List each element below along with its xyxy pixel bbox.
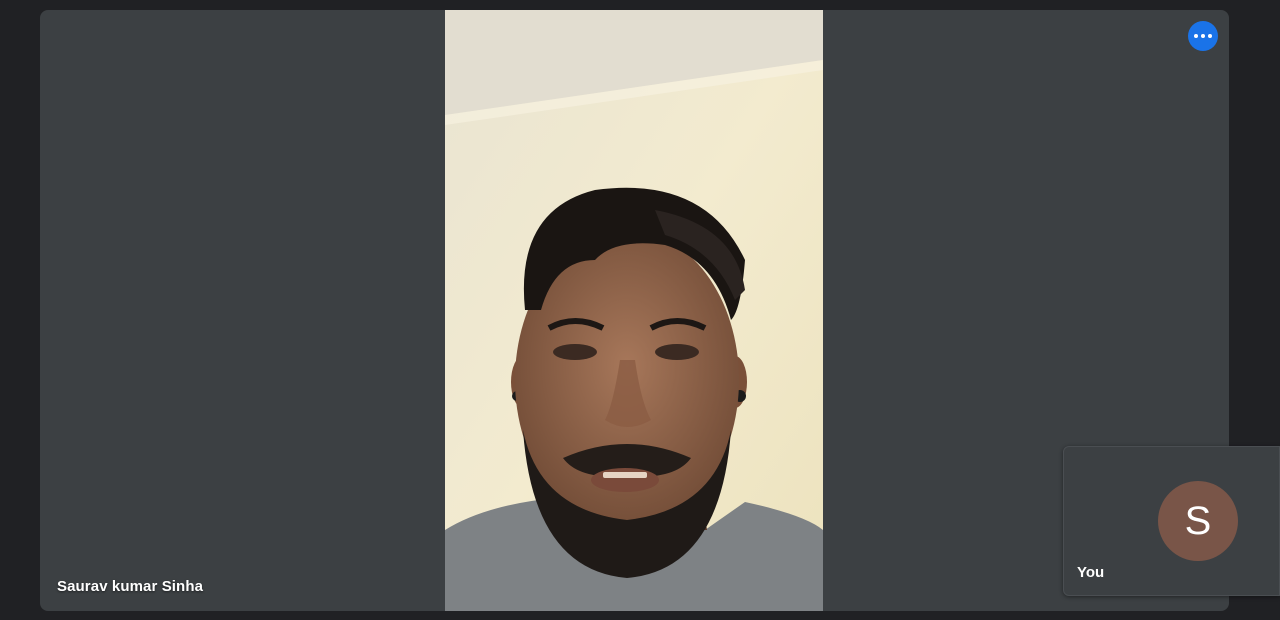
self-name-label: You — [1077, 564, 1105, 581]
video-frame-image — [445, 10, 823, 611]
participant-video — [445, 10, 823, 611]
main-video-tile: Saurav kumar Sinha — [40, 10, 1229, 611]
more-options-button[interactable] — [1188, 21, 1218, 51]
more-horiz-icon-dot-2 — [1201, 34, 1205, 38]
participant-name-label: Saurav kumar Sinha — [57, 578, 204, 595]
more-horiz-icon-dot-3 — [1208, 34, 1212, 38]
more-horiz-icon — [1194, 34, 1198, 38]
self-view-tile[interactable]: S You — [1063, 446, 1280, 596]
avatar: S — [1158, 481, 1238, 561]
